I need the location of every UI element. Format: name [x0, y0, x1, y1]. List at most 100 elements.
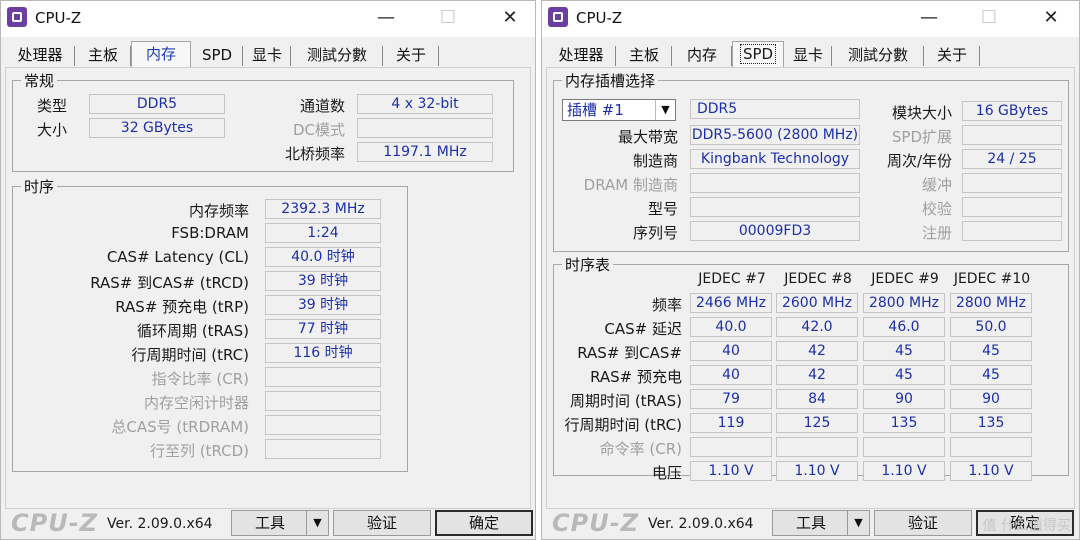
timing-table-cell: 45	[950, 341, 1032, 361]
tab-label: 内存	[686, 46, 717, 64]
general-group-title: 常规	[21, 70, 58, 91]
timing-label: 内存空闲计时器	[143, 394, 249, 412]
tools-button[interactable]: 工具 ▼	[231, 510, 329, 536]
timing-table-cell: 2600 MHz	[776, 293, 858, 313]
timing-value	[265, 367, 381, 387]
slot-select-group: 内存插槽选择 插槽 #1 ▼ DDR5 最大带宽 DDR5-5600 (2800 …	[553, 70, 1069, 252]
timing-table-row-label: 行周期时间 (tRC)	[564, 416, 682, 434]
spd-field-value: Kingbank Technology	[690, 149, 860, 169]
tab-spd[interactable]: SPD	[191, 43, 243, 67]
tab-memory[interactable]: 内存	[131, 41, 191, 68]
tab-bench[interactable]: 测試分數	[832, 43, 924, 67]
tab-cpu[interactable]: 处理器	[546, 43, 616, 67]
tab-separator	[979, 46, 980, 66]
tab-mainboard[interactable]: 主板	[75, 43, 131, 67]
chevron-down-icon[interactable]: ▼	[655, 100, 675, 120]
timing-table-cell: 45	[950, 365, 1032, 385]
close-button[interactable]: ✕	[1036, 5, 1066, 31]
version-label: Ver. 2.09.0.x64	[107, 516, 213, 532]
timing-value: 39 时钟	[265, 295, 381, 315]
minimize-button[interactable]: —	[914, 5, 944, 31]
timing-label: CAS# Latency (CL)	[106, 248, 249, 266]
tab-label: SPD	[201, 46, 233, 64]
cpuz-brand-logo: CPU-Z	[552, 509, 640, 537]
nb-freq-label: 北桥频率	[284, 145, 345, 163]
spd-field-value	[962, 173, 1062, 193]
validate-button[interactable]: 验证	[333, 510, 431, 536]
timing-table-row-label: 频率	[651, 296, 682, 314]
memory-panel: 常规 类型 DDR5 大小 32 GBytes 通道数 4 x 32-bit D…	[5, 67, 531, 509]
tab-spd[interactable]: SPD	[732, 41, 784, 68]
chevron-down-icon[interactable]: ▼	[306, 511, 328, 535]
timing-table-cell: 45	[863, 365, 945, 385]
spd-field-label: 周次/年份	[886, 152, 952, 170]
validate-button[interactable]: 验证	[874, 510, 972, 536]
timings-group-title: 时序	[21, 176, 58, 197]
timing-value	[265, 415, 381, 435]
cpuz-window-spd: CPU-Z — ☐ ✕ 处理器 主板 内存 SPD 显卡 测試分數 关于 内存插槽选择 插槽…	[541, 0, 1080, 540]
timing-table-cell	[950, 437, 1032, 457]
timing-table-cell: 40	[690, 365, 772, 385]
timing-table-cell: 42	[776, 341, 858, 361]
size-label: 大小	[37, 121, 68, 139]
tab-graphics[interactable]: 显卡	[243, 43, 291, 67]
footer: CPU-Z Ver. 2.09.0.x64 工具 ▼ 验证 确定	[1, 507, 535, 539]
spd-field-value	[962, 197, 1062, 217]
tab-label: 显卡	[792, 46, 823, 64]
tab-label: 内存	[145, 45, 176, 63]
spd-field-label: 最大带宽	[617, 128, 678, 146]
timing-value: 1:24	[265, 223, 381, 243]
timing-table-cell: 50.0	[950, 317, 1032, 337]
tools-button[interactable]: 工具 ▼	[772, 510, 870, 536]
timing-table-title: 时序表	[562, 254, 614, 275]
minimize-button[interactable]: —	[371, 5, 401, 31]
timing-table-cell: 1.10 V	[950, 461, 1032, 481]
tab-about[interactable]: 关于	[383, 43, 439, 67]
window-title: CPU-Z	[35, 9, 82, 27]
ok-button[interactable]: 确定	[435, 510, 533, 536]
timing-table-cell	[690, 437, 772, 457]
tab-cpu[interactable]: 处理器	[5, 43, 75, 67]
tools-button-label: 工具	[795, 514, 826, 532]
maximize-button[interactable]: ☐	[433, 5, 463, 31]
timing-label: 总CAS号 (tRDRAM)	[111, 418, 249, 436]
close-button[interactable]: ✕	[495, 5, 525, 31]
spd-field-label: 缓冲	[921, 176, 952, 194]
timing-table-row-label: RAS# 到CAS#	[577, 344, 682, 362]
spd-field-value: DDR5-5600 (2800 MHz)	[690, 125, 860, 145]
timing-table-cell: 90	[950, 389, 1032, 409]
tab-label: 处理器	[558, 46, 604, 64]
timing-label: FSB:DRAM	[171, 224, 249, 242]
tab-graphics[interactable]: 显卡	[784, 43, 832, 67]
slot-select[interactable]: 插槽 #1 ▼	[562, 99, 676, 121]
module-type-value: DDR5	[690, 99, 860, 119]
timing-table-cell: 42.0	[776, 317, 858, 337]
tab-mainboard[interactable]: 主板	[616, 43, 672, 67]
timing-value: 116 时钟	[265, 343, 381, 363]
tab-memory[interactable]: 内存	[672, 43, 732, 67]
title-bar: CPU-Z — ☐ ✕	[1, 1, 535, 37]
spd-field-value	[690, 197, 860, 217]
tab-separator	[438, 46, 439, 66]
dc-mode-label: DC模式	[292, 121, 345, 139]
timing-table-cell	[863, 437, 945, 457]
size-value: 32 GBytes	[89, 118, 225, 138]
tab-label: 主板	[628, 46, 659, 64]
timing-label: 行至列 (tRCD)	[149, 442, 249, 460]
tab-label: SPD	[739, 44, 777, 64]
footer: CPU-Z Ver. 2.09.0.x64 工具 ▼ 验证 确定 值 什么值得买	[542, 507, 1079, 539]
maximize-button[interactable]: ☐	[974, 5, 1004, 31]
spd-field-value: 00009FD3	[690, 221, 860, 241]
tab-about[interactable]: 关于	[924, 43, 980, 67]
timing-table-cell: 2800 MHz	[863, 293, 945, 313]
tab-bench[interactable]: 测試分數	[291, 43, 383, 67]
general-group: 常规 类型 DDR5 大小 32 GBytes 通道数 4 x 32-bit D…	[12, 70, 514, 172]
timing-table-cell: 40.0	[690, 317, 772, 337]
chevron-down-icon[interactable]: ▼	[847, 511, 869, 535]
cpuz-window-memory: CPU-Z — ☐ ✕ 处理器 主板 内存 SPD 显卡 测試分數 关于 常规 类型 DDR…	[0, 0, 536, 540]
tab-strip: 处理器 主板 内存 SPD 显卡 测試分數 关于	[546, 41, 1075, 68]
window-title: CPU-Z	[576, 9, 623, 27]
jedec-column-header: JEDEC #7	[698, 271, 766, 287]
timing-table-cell: 40	[690, 341, 772, 361]
spd-field-label: 制造商	[632, 152, 678, 170]
